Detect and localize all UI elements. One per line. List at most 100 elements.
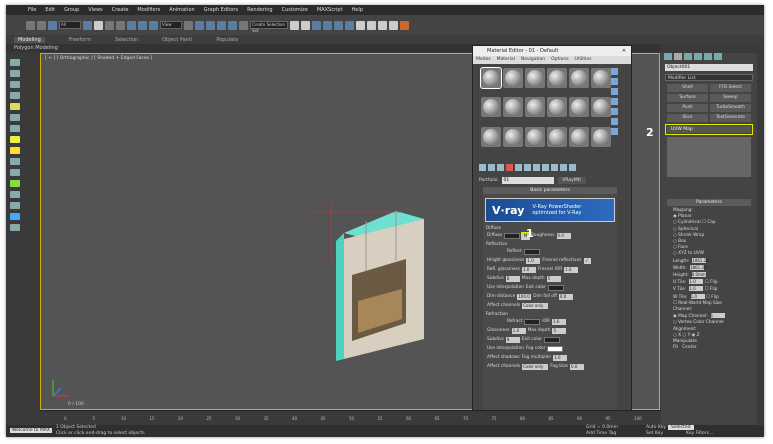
scale-icon[interactable] (149, 20, 158, 30)
width-spinner[interactable]: 1861.3H (689, 264, 707, 270)
material-id-icon[interactable] (533, 164, 540, 171)
tab-object-paint[interactable]: Object Paint (162, 37, 192, 43)
dim-falloff-spinner[interactable]: 0.0 (558, 293, 573, 300)
manipulate-checkbox[interactable]: Manipulate (673, 339, 697, 344)
scene-explorer-icon[interactable] (323, 20, 332, 30)
rollout-header[interactable]: Basic parameters (483, 187, 617, 194)
add-time-tag[interactable]: Add Time Tag (586, 431, 616, 436)
material-editor-icon[interactable] (356, 20, 365, 30)
layer-icon[interactable] (312, 20, 321, 30)
refl-max-depth-spinner[interactable]: 5 (546, 275, 561, 282)
sample-slot[interactable] (569, 126, 589, 147)
sample-slot[interactable] (569, 97, 589, 118)
refr-exit-color-swatch[interactable] (543, 336, 560, 343)
compound-icon[interactable] (10, 202, 20, 209)
align-y[interactable]: Y (688, 333, 691, 338)
redo-icon[interactable] (37, 20, 46, 30)
schematic-icon[interactable] (345, 20, 354, 30)
go-parent-icon[interactable] (560, 164, 567, 171)
modifier-button[interactable]: Surface (667, 94, 708, 102)
go-sibling-icon[interactable] (569, 164, 576, 171)
curve-editor-icon[interactable] (334, 20, 343, 30)
mapping-box[interactable]: Box (678, 239, 686, 244)
align-z[interactable]: Z (697, 333, 700, 338)
sample-slot[interactable] (480, 67, 502, 89)
mapping-shrink-wrap[interactable]: Shrink Wrap (678, 233, 704, 238)
menu-rendering[interactable]: Rendering (247, 7, 273, 13)
menu-maxscript[interactable]: MAXScript (317, 7, 343, 13)
link-icon[interactable] (48, 20, 57, 30)
cap-checkbox[interactable]: Cap (707, 220, 715, 225)
menu-views[interactable]: Views (88, 7, 102, 13)
options-icon[interactable] (611, 128, 618, 135)
motion-icon[interactable] (10, 92, 20, 99)
height-spinner[interactable]: 0.0mm (691, 272, 706, 278)
viewport-label[interactable]: [ + ] [ Orthographic ] [ Shaded + Edged … (45, 56, 152, 61)
med-menu-navigation[interactable]: Navigation (521, 56, 545, 64)
refr-interp-label[interactable]: Use interpolation (487, 346, 524, 351)
align-icon[interactable] (301, 20, 310, 30)
render-icon[interactable] (389, 20, 398, 30)
sample-slot[interactable] (503, 97, 523, 118)
snap-icon[interactable] (195, 20, 204, 30)
modifier-button[interactable]: Push (667, 104, 708, 112)
center-button[interactable]: Center (682, 345, 696, 350)
select-by-name-icon[interactable] (94, 20, 103, 30)
percent-snap-icon[interactable] (217, 20, 226, 30)
tab-selection[interactable]: Selection (115, 37, 138, 43)
mapping-cylindrical[interactable]: Cylindrical (678, 220, 701, 225)
mapping-face[interactable]: Face (678, 245, 688, 250)
sample-slot[interactable] (481, 97, 501, 118)
menu-graph-editors[interactable]: Graph Editors (204, 7, 238, 13)
refr-gloss-spinner[interactable]: 1.0 (511, 327, 526, 334)
reset-map-icon[interactable] (506, 164, 513, 171)
sample-slot[interactable] (525, 97, 545, 118)
display-tab-icon[interactable] (704, 53, 712, 60)
med-menu-material[interactable]: Material (497, 56, 515, 64)
sample-slot[interactable] (525, 126, 545, 147)
hierarchy-tab-icon[interactable] (684, 53, 692, 60)
layers-icon[interactable] (10, 70, 20, 77)
refl-interp-label[interactable]: Use interpolation (487, 285, 524, 290)
refr-max-depth-spinner[interactable]: 5 (552, 327, 567, 334)
edit-named-sets-icon[interactable] (239, 20, 248, 30)
menu-group[interactable]: Group (64, 7, 79, 13)
affect-shadows-label[interactable]: Affect shadows (487, 355, 520, 360)
sample-slot[interactable] (547, 97, 567, 118)
render-frame-icon[interactable] (378, 20, 387, 30)
real-world-checkbox[interactable]: Real-World Map Size (678, 301, 722, 306)
fresnel-checkbox[interactable]: ✓ (583, 257, 591, 264)
refr-affect-dropdown[interactable]: Color only (522, 363, 549, 370)
window-crossing-icon[interactable] (116, 20, 125, 30)
menu-animation[interactable]: Animation (169, 7, 195, 13)
refl-exit-color-swatch[interactable] (547, 284, 564, 291)
sample-slot[interactable] (547, 126, 567, 147)
roughness-spinner[interactable]: 0.0 (556, 232, 571, 239)
modifier-button[interactable]: Shell (667, 84, 708, 92)
stack-item-uvw-map[interactable]: UVW Map (665, 124, 753, 135)
menu-help[interactable]: Help (352, 7, 363, 13)
angle-snap-icon[interactable] (206, 20, 215, 30)
modifier-button[interactable]: TextGenerate (710, 114, 751, 122)
menu-edit[interactable]: Edit (45, 7, 55, 13)
menu-file[interactable]: File (28, 7, 36, 13)
u-tile-spinner[interactable]: 1.0 (689, 279, 704, 285)
pivot-icon[interactable] (184, 20, 193, 30)
v-tile-spinner[interactable]: 1.0 (689, 286, 704, 292)
bulb-icon[interactable] (10, 136, 20, 143)
sphere-icon[interactable] (10, 213, 20, 220)
refl-gloss-spinner[interactable]: 1.0 (521, 266, 536, 273)
ior-spinner[interactable]: 1.6 (552, 318, 567, 325)
fit-button[interactable]: Fit (673, 345, 678, 350)
w-flip-checkbox[interactable]: Flip (711, 295, 719, 300)
space-warp-icon[interactable] (10, 158, 20, 165)
sun-icon[interactable] (10, 147, 20, 154)
sample-slot[interactable] (503, 126, 523, 147)
selection-filter-dropdown[interactable]: All (59, 21, 81, 29)
modifier-button[interactable]: TurboSmooth (710, 104, 751, 112)
uv-tiling-icon[interactable] (611, 98, 618, 105)
modify-tab-icon[interactable] (674, 53, 682, 60)
key-filters-button[interactable]: Key Filters... (686, 431, 713, 436)
tab-freeform[interactable]: Freeform (69, 37, 91, 43)
align-x[interactable]: X (678, 333, 681, 338)
